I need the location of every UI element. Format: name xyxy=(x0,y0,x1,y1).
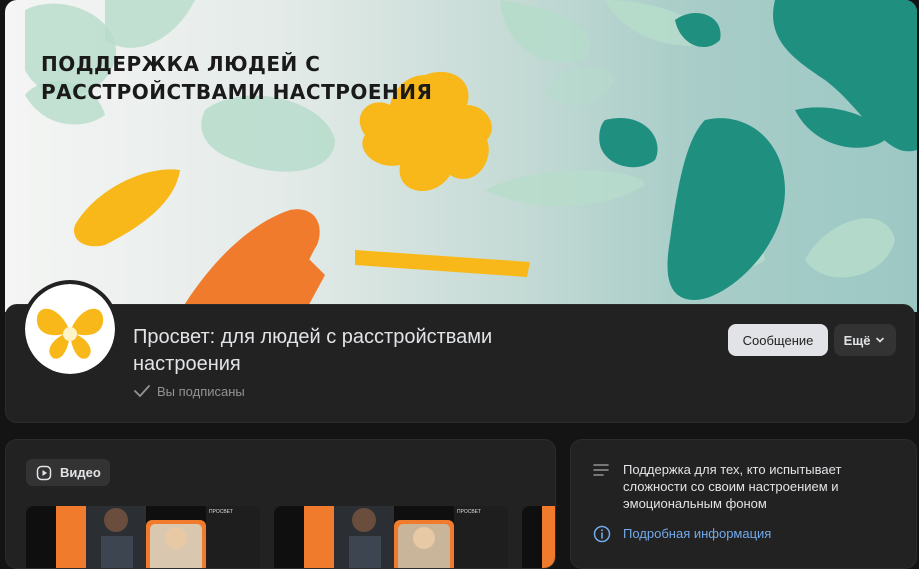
thumb-brand: ПРОСВЕТ xyxy=(457,509,482,515)
checkmark-icon xyxy=(134,385,150,397)
tab-video[interactable]: Видео xyxy=(26,459,110,486)
avatar[interactable] xyxy=(21,280,119,378)
info-icon xyxy=(593,525,611,543)
info-section: Поддержка для тех, кто испытывает сложно… xyxy=(570,439,917,569)
video-thumbnail[interactable] xyxy=(522,506,555,568)
group-description: Поддержка для тех, кто испытывает сложно… xyxy=(623,462,842,511)
video-thumbnail[interactable]: ПРОСВЕТ xyxy=(274,506,508,568)
cover-decor xyxy=(25,0,917,312)
video-section: Видео ПРОСВЕТ ПРОСВЕТ xyxy=(5,439,556,569)
chevron-down-icon xyxy=(876,337,885,343)
butterfly-logo xyxy=(36,308,104,359)
cover-title: ПОДДЕРЖКА ЛЮДЕЙ С РАССТРОЙСТВАМИ НАСТРОЕ… xyxy=(41,52,433,104)
more-info-link[interactable]: Подробная информация xyxy=(623,526,771,541)
subscription-label: Вы подписаны xyxy=(157,383,245,399)
group-name: Просвет: для людей с расстройствами наст… xyxy=(133,326,493,375)
video-icon xyxy=(36,465,52,480)
cover-image: ПОДДЕРЖКА ЛЮДЕЙ С РАССТРОЙСТВАМИ НАСТРОЕ… xyxy=(5,0,917,312)
thumb-brand: ПРОСВЕТ xyxy=(209,509,234,515)
video-thumbnail[interactable]: ПРОСВЕТ xyxy=(26,506,260,568)
description-icon xyxy=(593,464,609,476)
tab-video-label: Видео xyxy=(60,465,101,480)
more-button[interactable]: Ещё xyxy=(834,324,896,356)
more-label: Ещё xyxy=(843,332,871,348)
message-button[interactable]: Сообщение xyxy=(728,324,828,356)
subscription-status[interactable]: Вы подписаны xyxy=(133,382,245,400)
